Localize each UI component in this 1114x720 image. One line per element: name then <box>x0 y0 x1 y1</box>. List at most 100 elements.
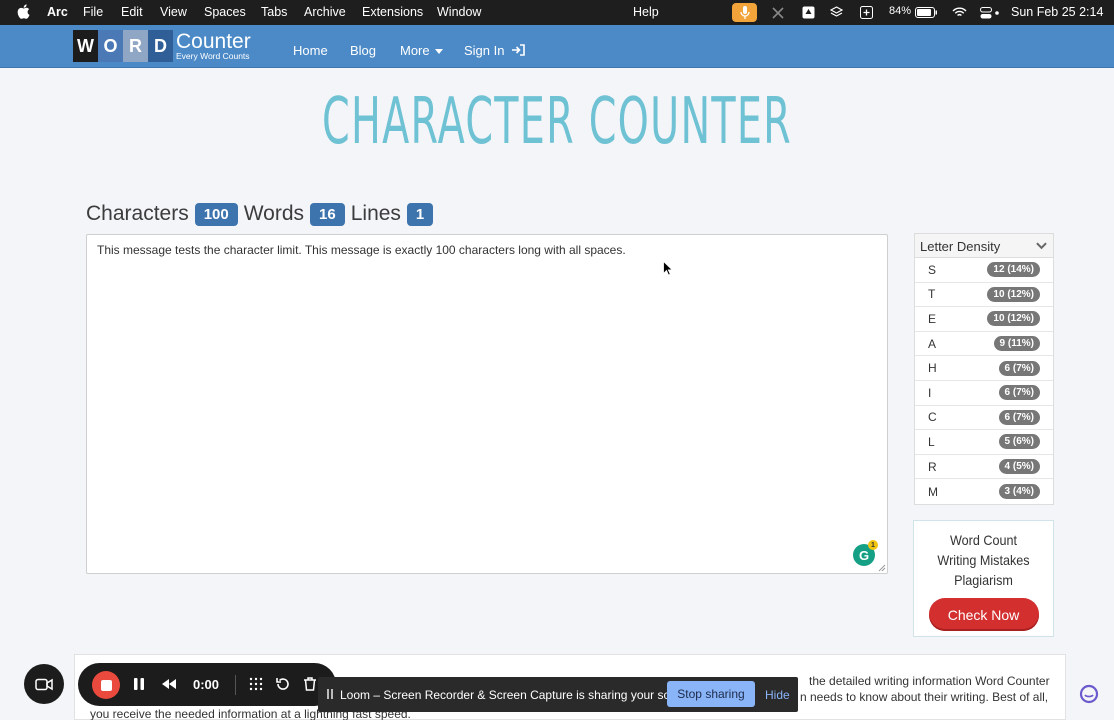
drive-icon[interactable] <box>801 3 815 22</box>
battery-icon[interactable] <box>914 3 938 22</box>
loom-divider <box>235 675 236 695</box>
lines-label: Lines <box>350 202 401 225</box>
density-count: 5 (6%) <box>998 434 1040 450</box>
density-letter: R <box>928 459 937 474</box>
logo-letter-r: R <box>123 30 148 62</box>
check-now-button[interactable]: Check Now <box>928 598 1039 631</box>
menu-arc[interactable]: Arc <box>47 5 68 19</box>
recording-timer: 0:00 <box>193 677 220 692</box>
logo-word: Counter <box>176 30 251 53</box>
words-label: Words <box>243 202 305 225</box>
density-letter: A <box>928 336 937 351</box>
logo-text: Counter Every Word Counts <box>176 30 251 62</box>
page-title: CHARACTER COUNTER <box>322 85 792 159</box>
menu-window[interactable]: Window <box>437 5 481 19</box>
density-letter: S <box>928 262 937 277</box>
density-row: A 9 (11%) <box>915 332 1053 357</box>
stop-recording-button[interactable] <box>92 671 120 699</box>
density-count: 6 (7%) <box>998 360 1040 376</box>
logo-letter-o: O <box>98 30 123 62</box>
words-count-badge: 16 <box>310 202 345 226</box>
about-text-line: n needs to know about their writing. Bes… <box>800 690 1049 704</box>
x-logo-icon[interactable] <box>771 3 785 22</box>
density-letter: E <box>928 311 937 326</box>
letter-density-panel: Letter Density S 12 (14%) T 10 (12%) E 10 (… <box>914 233 1054 505</box>
loom-camera-button[interactable] <box>24 664 64 704</box>
apple-logo-icon[interactable] <box>17 4 30 19</box>
text-input-area[interactable]: This message tests the character limit. … <box>86 234 888 574</box>
site-logo[interactable]: W O R D Counter Every Word Counts <box>73 30 251 62</box>
density-letter: I <box>928 385 932 400</box>
density-letter: T <box>928 287 936 302</box>
density-row: C 6 (7%) <box>915 406 1053 431</box>
density-letter: C <box>928 410 937 425</box>
trash-icon[interactable] <box>302 676 318 692</box>
count-summary: Characters 100 Words 16 Lines 1 <box>86 202 439 226</box>
menu-extensions[interactable]: Extensions <box>362 5 423 19</box>
nav-home-link[interactable]: Home <box>293 43 328 58</box>
letter-density-header[interactable]: Letter Density <box>915 234 1053 258</box>
caret-down-icon <box>435 49 444 55</box>
nav-more-dropdown[interactable]: More <box>400 43 444 58</box>
about-text-line: the detailed writing information Word Co… <box>809 674 1050 688</box>
menu-spaces[interactable]: Spaces <box>204 5 246 19</box>
menu-archive[interactable]: Archive <box>304 5 346 19</box>
density-count: 3 (4%) <box>998 484 1040 500</box>
ad-line-writing-mistakes: Writing Mistakes <box>937 552 1030 568</box>
menubar-clock[interactable]: Sun Feb 25 2:14 <box>1011 5 1103 19</box>
density-letter: M <box>928 484 938 499</box>
microphone-icon[interactable] <box>732 3 757 22</box>
characters-count-badge: 100 <box>194 202 238 226</box>
density-row: E 10 (12%) <box>915 307 1053 332</box>
density-row: R 4 (5%) <box>915 455 1053 480</box>
logo-tagline: Every Word Counts <box>176 51 250 61</box>
nav-blog-link[interactable]: Blog <box>350 43 376 58</box>
screen-sharing-bar: Loom – Screen Recorder & Screen Capture … <box>318 677 798 712</box>
battery-percent: 84% <box>889 5 912 17</box>
grammarly-icon[interactable]: G 1 <box>853 540 878 566</box>
density-count: 10 (12%) <box>987 286 1040 302</box>
drag-handle-icon[interactable] <box>327 689 333 699</box>
menu-edit[interactable]: Edit <box>121 5 143 19</box>
video-camera-icon <box>35 678 53 690</box>
chevron-down-icon <box>1036 242 1047 250</box>
layers-icon[interactable] <box>829 3 843 22</box>
mouse-cursor-icon <box>663 261 673 276</box>
menu-help[interactable]: Help <box>633 5 659 19</box>
stop-sharing-button[interactable]: Stop sharing <box>667 681 755 707</box>
grammar-check-ad: Word Count Writing Mistakes Plagiarism C… <box>913 520 1054 637</box>
characters-label: Characters <box>86 202 189 225</box>
density-count: 9 (11%) <box>993 336 1040 352</box>
density-row: I 6 (7%) <box>915 381 1053 406</box>
menu-tabs[interactable]: Tabs <box>261 5 287 19</box>
control-center-icon[interactable] <box>979 3 1001 22</box>
density-row: L 5 (6%) <box>915 430 1053 455</box>
assistant-chat-icon[interactable] <box>1078 684 1100 704</box>
density-count: 12 (14%) <box>987 262 1040 278</box>
rewind-icon[interactable] <box>161 676 177 692</box>
menu-file[interactable]: File <box>83 5 103 19</box>
pause-icon[interactable] <box>131 676 147 692</box>
wifi-icon[interactable] <box>951 3 967 22</box>
lines-count-badge: 1 <box>406 202 434 226</box>
sign-in-icon <box>512 44 525 56</box>
resize-handle-icon[interactable] <box>878 564 886 572</box>
nav-more-label: More <box>400 43 430 58</box>
grid-dots-icon[interactable] <box>248 676 264 692</box>
density-row: H 6 (7%) <box>915 356 1053 381</box>
site-navbar: W O R D Counter Every Word Counts Home B… <box>0 25 1114 68</box>
hide-sharing-bar-link[interactable]: Hide <box>765 688 790 702</box>
loom-recording-controls: 0:00 <box>78 663 336 706</box>
logo-letter-w: W <box>73 30 98 62</box>
menu-view[interactable]: View <box>160 5 187 19</box>
nav-signin-link[interactable]: Sign In <box>464 43 525 58</box>
stop-square-icon <box>100 679 112 691</box>
density-count: 6 (7%) <box>998 409 1040 425</box>
density-letter: H <box>928 361 937 376</box>
nav-signin-label: Sign In <box>464 43 505 58</box>
density-count: 4 (5%) <box>998 459 1040 475</box>
ad-line-word-count: Word Count <box>949 532 1017 548</box>
restart-icon[interactable] <box>275 676 291 692</box>
plus-square-icon[interactable] <box>859 3 873 22</box>
density-row: M 3 (4%) <box>915 479 1053 504</box>
